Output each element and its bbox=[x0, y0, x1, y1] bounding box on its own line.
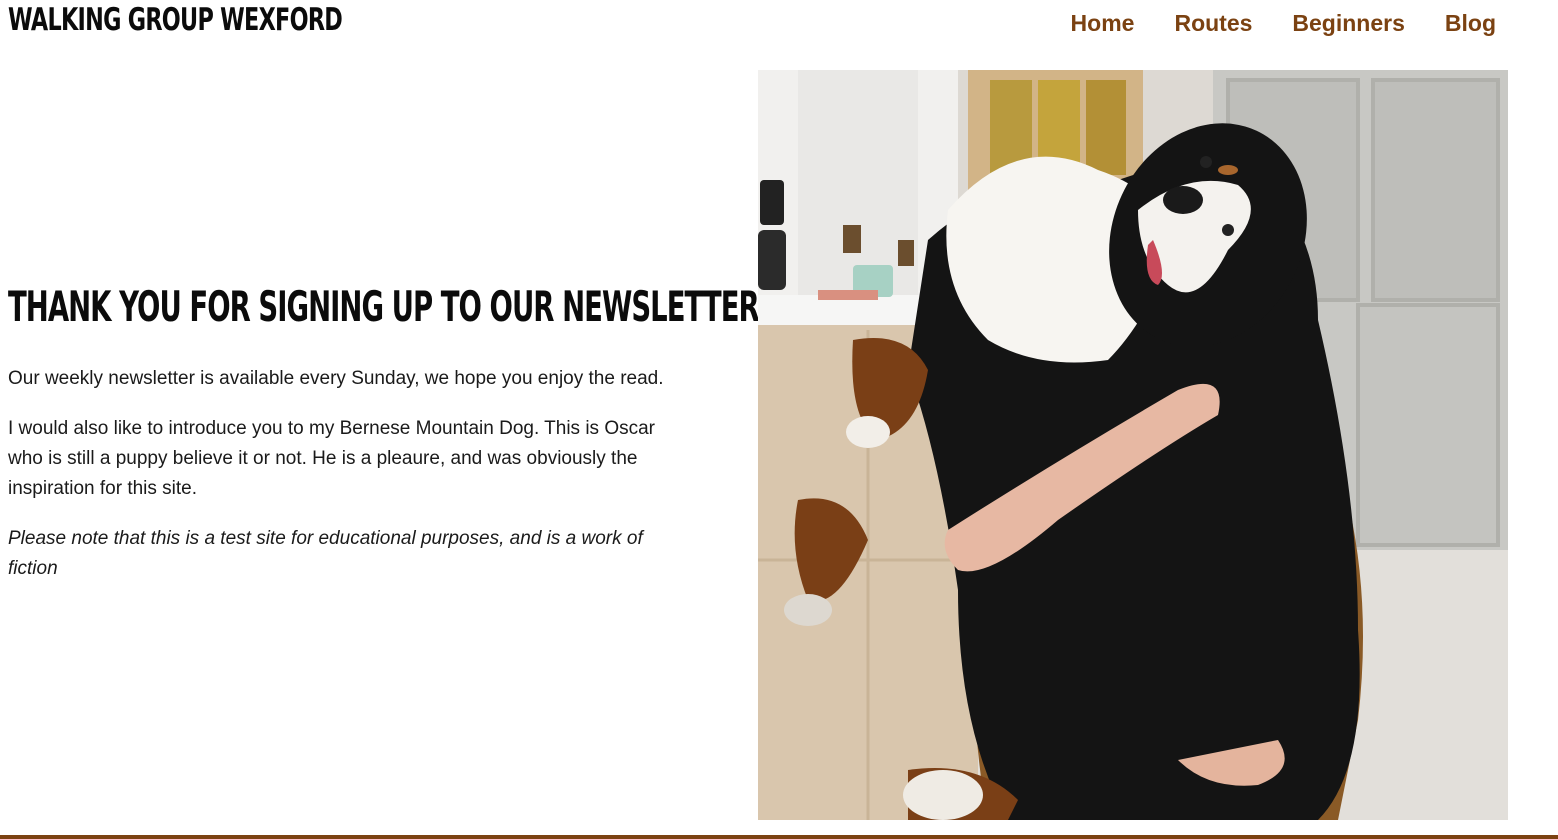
nav-link-home[interactable]: Home bbox=[1071, 10, 1135, 37]
dog-photo bbox=[758, 70, 1508, 820]
footer-divider bbox=[0, 835, 1558, 839]
page-title: THANK YOU FOR SIGNING UP TO OUR NEWSLETT… bbox=[8, 282, 760, 331]
bernese-mountain-dog-photo-illustration bbox=[758, 70, 1508, 820]
nav-link-beginners[interactable]: Beginners bbox=[1292, 10, 1404, 37]
main-nav: Home Routes Beginners Blog bbox=[1071, 10, 1496, 37]
site-header: WALKING GROUP WEXFORD Home Routes Beginn… bbox=[0, 0, 1558, 52]
dog-intro-paragraph: I would also like to introduce you to my… bbox=[8, 418, 656, 499]
newsletter-paragraph: Our weekly newsletter is available every… bbox=[8, 368, 664, 389]
thank-you-content: THANK YOU FOR SIGNING UP TO OUR NEWSLETT… bbox=[8, 282, 760, 584]
nav-link-blog[interactable]: Blog bbox=[1445, 10, 1496, 37]
site-logo-text[interactable]: WALKING GROUP WEXFORD bbox=[8, 2, 343, 38]
disclaimer-paragraph: Please note that this is a test site for… bbox=[8, 528, 643, 579]
nav-link-routes[interactable]: Routes bbox=[1174, 10, 1252, 37]
